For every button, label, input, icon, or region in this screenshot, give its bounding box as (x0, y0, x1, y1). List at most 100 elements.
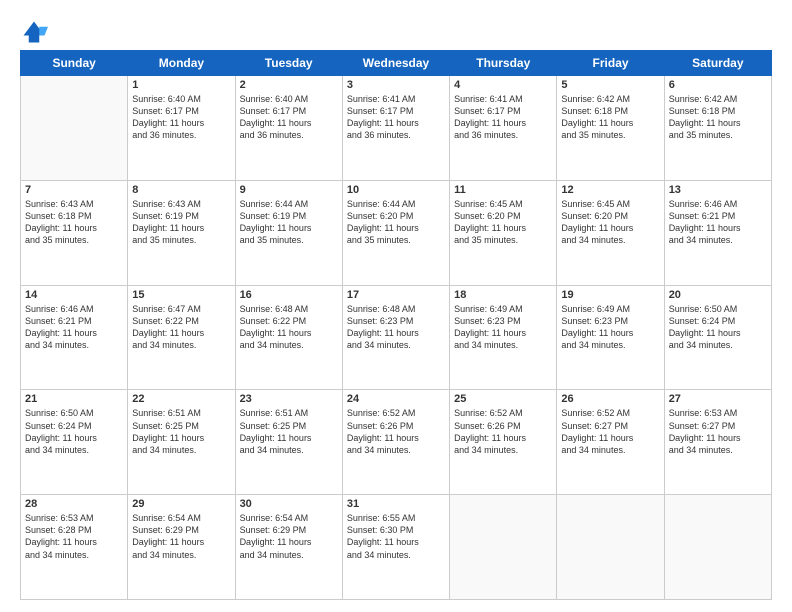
logo-icon (20, 18, 48, 46)
day-info: Sunrise: 6:53 AM Sunset: 6:27 PM Dayligh… (669, 407, 767, 456)
day-number: 14 (25, 289, 123, 301)
calendar-cell: 12 Sunrise: 6:45 AM Sunset: 6:20 PM Dayli… (557, 180, 664, 285)
day-info: Sunrise: 6:44 AM Sunset: 6:19 PM Dayligh… (240, 198, 338, 247)
day-header-wednesday: Wednesday (342, 51, 449, 76)
calendar-cell: 18 Sunrise: 6:49 AM Sunset: 6:23 PM Dayli… (450, 285, 557, 390)
day-number: 6 (669, 79, 767, 91)
day-info: Sunrise: 6:51 AM Sunset: 6:25 PM Dayligh… (240, 407, 338, 456)
calendar-cell: 2 Sunrise: 6:40 AM Sunset: 6:17 PM Daylig… (235, 76, 342, 181)
day-info: Sunrise: 6:40 AM Sunset: 6:17 PM Dayligh… (240, 93, 338, 142)
day-number: 16 (240, 289, 338, 301)
calendar-cell: 3 Sunrise: 6:41 AM Sunset: 6:17 PM Daylig… (342, 76, 449, 181)
day-info: Sunrise: 6:43 AM Sunset: 6:19 PM Dayligh… (132, 198, 230, 247)
page: SundayMondayTuesdayWednesdayThursdayFrid… (0, 0, 792, 612)
day-number: 5 (561, 79, 659, 91)
day-info: Sunrise: 6:49 AM Sunset: 6:23 PM Dayligh… (454, 303, 552, 352)
day-info: Sunrise: 6:54 AM Sunset: 6:29 PM Dayligh… (240, 512, 338, 561)
calendar-week-row: 21 Sunrise: 6:50 AM Sunset: 6:24 PM Dayli… (21, 390, 772, 495)
day-number: 31 (347, 498, 445, 510)
calendar-table: SundayMondayTuesdayWednesdayThursdayFrid… (20, 50, 772, 600)
day-number: 30 (240, 498, 338, 510)
day-number: 1 (132, 79, 230, 91)
calendar-week-row: 28Sunrise: 6:53 AM Sunset: 6:28 PM Dayli… (21, 495, 772, 600)
calendar-cell: 21 Sunrise: 6:50 AM Sunset: 6:24 PM Dayli… (21, 390, 128, 495)
day-number: 10 (347, 184, 445, 196)
calendar-cell: 30 Sunrise: 6:54 AM Sunset: 6:29 PM Dayli… (235, 495, 342, 600)
day-header-thursday: Thursday (450, 51, 557, 76)
day-info: Sunrise: 6:46 AM Sunset: 6:21 PM Dayligh… (25, 303, 123, 352)
day-number: 26 (561, 393, 659, 405)
calendar-cell: 19 Sunrise: 6:49 AM Sunset: 6:23 PM Dayli… (557, 285, 664, 390)
calendar-cell: 17 Sunrise: 6:48 AM Sunset: 6:23 PM Dayli… (342, 285, 449, 390)
calendar-cell: 9 Sunrise: 6:44 AM Sunset: 6:19 PM Daylig… (235, 180, 342, 285)
calendar-cell: 15 Sunrise: 6:47 AM Sunset: 6:22 PM Dayli… (128, 285, 235, 390)
day-header-saturday: Saturday (664, 51, 771, 76)
day-number: 21 (25, 393, 123, 405)
calendar-cell (21, 76, 128, 181)
day-number: 4 (454, 79, 552, 91)
day-info: Sunrise: 6:52 AM Sunset: 6:26 PM Dayligh… (347, 407, 445, 456)
day-number: 9 (240, 184, 338, 196)
day-number: 24 (347, 393, 445, 405)
day-number: 19 (561, 289, 659, 301)
day-info: Sunrise: 6:52 AM Sunset: 6:26 PM Dayligh… (454, 407, 552, 456)
calendar-cell: 20Sunrise: 6:50 AM Sunset: 6:24 PM Dayli… (664, 285, 771, 390)
day-number: 22 (132, 393, 230, 405)
day-info: Sunrise: 6:54 AM Sunset: 6:29 PM Dayligh… (132, 512, 230, 561)
day-header-sunday: Sunday (21, 51, 128, 76)
calendar-cell: 27 Sunrise: 6:53 AM Sunset: 6:27 PM Dayli… (664, 390, 771, 495)
day-number: 13 (669, 184, 767, 196)
calendar-cell: 16 Sunrise: 6:48 AM Sunset: 6:22 PM Dayli… (235, 285, 342, 390)
calendar-week-row: 7 Sunrise: 6:43 AM Sunset: 6:18 PM Daylig… (21, 180, 772, 285)
day-number: 17 (347, 289, 445, 301)
day-info: Sunrise: 6:52 AM Sunset: 6:27 PM Dayligh… (561, 407, 659, 456)
day-info: Sunrise: 6:48 AM Sunset: 6:22 PM Dayligh… (240, 303, 338, 352)
day-info: Sunrise: 6:41 AM Sunset: 6:17 PM Dayligh… (347, 93, 445, 142)
day-info: Sunrise: 6:48 AM Sunset: 6:23 PM Dayligh… (347, 303, 445, 352)
day-number: 7 (25, 184, 123, 196)
calendar-cell: 24 Sunrise: 6:52 AM Sunset: 6:26 PM Dayli… (342, 390, 449, 495)
day-number: 25 (454, 393, 552, 405)
calendar-cell: 31Sunrise: 6:55 AM Sunset: 6:30 PM Dayli… (342, 495, 449, 600)
day-info: Sunrise: 6:42 AM Sunset: 6:18 PM Dayligh… (669, 93, 767, 142)
day-info: Sunrise: 6:42 AM Sunset: 6:18 PM Dayligh… (561, 93, 659, 142)
calendar-cell: 1 Sunrise: 6:40 AM Sunset: 6:17 PM Daylig… (128, 76, 235, 181)
day-info: Sunrise: 6:46 AM Sunset: 6:21 PM Dayligh… (669, 198, 767, 247)
day-info: Sunrise: 6:45 AM Sunset: 6:20 PM Dayligh… (561, 198, 659, 247)
day-info: Sunrise: 6:50 AM Sunset: 6:24 PM Dayligh… (25, 407, 123, 456)
calendar-cell: 7 Sunrise: 6:43 AM Sunset: 6:18 PM Daylig… (21, 180, 128, 285)
calendar-week-row: 14 Sunrise: 6:46 AM Sunset: 6:21 PM Dayli… (21, 285, 772, 390)
day-info: Sunrise: 6:53 AM Sunset: 6:28 PM Dayligh… (25, 512, 123, 561)
day-info: Sunrise: 6:47 AM Sunset: 6:22 PM Dayligh… (132, 303, 230, 352)
calendar-cell: 25 Sunrise: 6:52 AM Sunset: 6:26 PM Dayli… (450, 390, 557, 495)
day-number: 23 (240, 393, 338, 405)
calendar-cell: 10Sunrise: 6:44 AM Sunset: 6:20 PM Dayli… (342, 180, 449, 285)
calendar-cell: 6 Sunrise: 6:42 AM Sunset: 6:18 PM Daylig… (664, 76, 771, 181)
calendar-cell: 23 Sunrise: 6:51 AM Sunset: 6:25 PM Dayli… (235, 390, 342, 495)
day-info: Sunrise: 6:50 AM Sunset: 6:24 PM Dayligh… (669, 303, 767, 352)
calendar-cell (664, 495, 771, 600)
header (20, 18, 772, 46)
day-number: 27 (669, 393, 767, 405)
day-number: 8 (132, 184, 230, 196)
calendar-cell: 28Sunrise: 6:53 AM Sunset: 6:28 PM Dayli… (21, 495, 128, 600)
day-info: Sunrise: 6:49 AM Sunset: 6:23 PM Dayligh… (561, 303, 659, 352)
day-info: Sunrise: 6:43 AM Sunset: 6:18 PM Dayligh… (25, 198, 123, 247)
day-header-friday: Friday (557, 51, 664, 76)
day-info: Sunrise: 6:41 AM Sunset: 6:17 PM Dayligh… (454, 93, 552, 142)
day-info: Sunrise: 6:40 AM Sunset: 6:17 PM Dayligh… (132, 93, 230, 142)
day-number: 18 (454, 289, 552, 301)
day-number: 11 (454, 184, 552, 196)
day-number: 12 (561, 184, 659, 196)
day-number: 15 (132, 289, 230, 301)
calendar-cell: 5 Sunrise: 6:42 AM Sunset: 6:18 PM Daylig… (557, 76, 664, 181)
day-number: 3 (347, 79, 445, 91)
calendar-week-row: 1 Sunrise: 6:40 AM Sunset: 6:17 PM Daylig… (21, 76, 772, 181)
calendar-cell: 26 Sunrise: 6:52 AM Sunset: 6:27 PM Dayli… (557, 390, 664, 495)
calendar-cell (450, 495, 557, 600)
day-info: Sunrise: 6:51 AM Sunset: 6:25 PM Dayligh… (132, 407, 230, 456)
day-info: Sunrise: 6:45 AM Sunset: 6:20 PM Dayligh… (454, 198, 552, 247)
calendar-cell: 4 Sunrise: 6:41 AM Sunset: 6:17 PM Daylig… (450, 76, 557, 181)
calendar-cell: 14 Sunrise: 6:46 AM Sunset: 6:21 PM Dayli… (21, 285, 128, 390)
day-number: 2 (240, 79, 338, 91)
